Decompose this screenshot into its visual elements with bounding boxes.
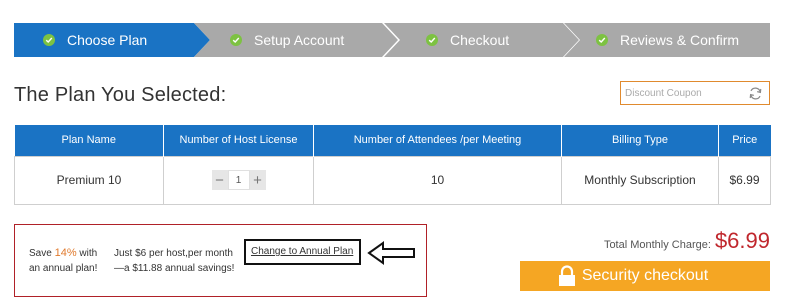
header-price: Price	[718, 125, 771, 156]
step-reviews-confirm[interactable]: Reviews & Confirm	[564, 23, 770, 57]
progress-steps: Choose Plan Setup Account Checkout Revie…	[14, 23, 770, 57]
billing-type-cell: Monthly Subscription	[561, 155, 719, 205]
plan-table: Plan Name Number of Host License Number …	[14, 125, 771, 205]
discount-coupon-input[interactable]	[625, 83, 743, 103]
discount-coupon-field	[620, 81, 770, 105]
host-license-cell: − +	[163, 155, 314, 205]
total-amount: $6.99	[714, 228, 770, 253]
header-plan-name: Plan Name	[14, 125, 164, 156]
annual-plan-offer: Save 14% with an annual plan! Just $6 pe…	[14, 224, 427, 297]
host-license-stepper: − +	[211, 170, 266, 190]
plan-name-cell: Premium 10	[14, 155, 164, 205]
step-choose-plan[interactable]: Choose Plan	[14, 23, 210, 57]
header-attendees: Number of Attendees /per Meeting	[313, 125, 562, 156]
refresh-icon[interactable]	[748, 86, 763, 101]
attendees-cell: 10	[313, 155, 562, 205]
step-label: Setup Account	[254, 32, 345, 48]
decrement-button[interactable]: −	[211, 170, 228, 190]
change-to-annual-plan-link[interactable]: Change to Annual Plan	[251, 246, 353, 257]
step-label: Choose Plan	[67, 32, 148, 48]
page-title: The Plan You Selected:	[14, 84, 227, 106]
annual-savings-description: Just $6 per host,per month —a $11.88 ann…	[114, 246, 254, 276]
security-checkout-button[interactable]: Security checkout	[520, 261, 770, 291]
table-header-row: Plan Name Number of Host License Number …	[14, 125, 771, 156]
checkout-label: Security checkout	[581, 267, 709, 284]
price-cell: $6.99	[718, 155, 771, 205]
header-host-license: Number of Host License	[163, 125, 314, 156]
desc-line-1: Just $6 per host,per month	[114, 248, 233, 259]
check-circle-icon	[596, 34, 608, 46]
check-circle-icon	[230, 34, 242, 46]
increment-button[interactable]: +	[249, 170, 266, 190]
savings-text: Save 14% with an annual plan!	[29, 246, 109, 276]
desc-line-2: —a $11.88 annual savings!	[114, 263, 235, 274]
total-label: Total Monthly Charge:	[603, 239, 711, 251]
header-billing-type: Billing Type	[561, 125, 719, 156]
step-label: Checkout	[450, 32, 510, 48]
step-setup-account[interactable]: Setup Account	[194, 23, 398, 57]
check-circle-icon	[426, 34, 438, 46]
arrow-left-icon	[367, 241, 415, 265]
total-monthly-charge: Total Monthly Charge: $6.99	[604, 228, 770, 254]
check-circle-icon	[43, 34, 55, 46]
savings-percent: 14%	[54, 247, 77, 259]
table-row: Premium 10 − + 10 Monthly Subscription $…	[14, 155, 771, 205]
savings-prefix: Save	[29, 248, 52, 259]
lock-icon	[559, 265, 575, 286]
step-checkout[interactable]: Checkout	[384, 23, 579, 57]
step-label: Reviews & Confirm	[620, 32, 740, 48]
host-license-input[interactable]	[227, 170, 250, 190]
